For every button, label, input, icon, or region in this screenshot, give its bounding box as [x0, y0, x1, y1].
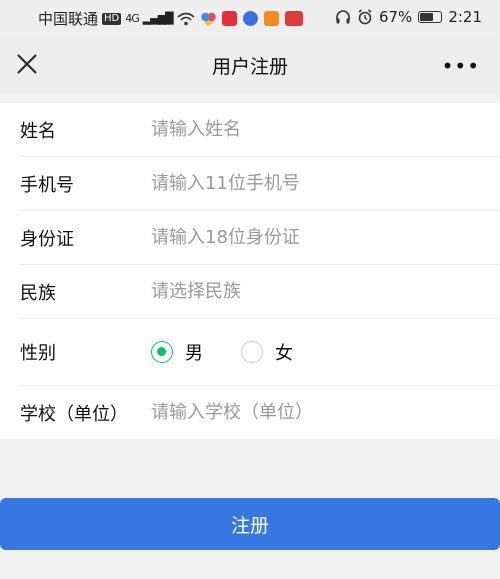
registration-form: 姓名 手机号 身份证 民族 性别 男 女 学校（单位）: [0, 103, 500, 439]
alarm-icon: [358, 9, 372, 25]
gender-option-label: 女: [275, 343, 293, 364]
idcard-label: 身份证: [20, 228, 74, 250]
battery-fill: [420, 13, 434, 21]
gender-option-male[interactable]: 男: [151, 339, 203, 365]
gender-label: 性别: [20, 343, 56, 364]
form-row-gender: 性别 男 女: [20, 319, 500, 386]
battery-percent: 67%: [378, 8, 413, 26]
nav-bar: 用户注册 •••: [0, 36, 500, 94]
register-button[interactable]: 注册: [0, 498, 500, 550]
app-icon-news: [284, 11, 303, 26]
school-label: 学校（单位）: [20, 403, 128, 425]
status-right: 67% 2:21: [335, 8, 482, 26]
form-row-ethnicity: 民族: [20, 265, 500, 319]
app-icon-multi: [200, 11, 216, 26]
radio-unchecked-icon[interactable]: [241, 341, 263, 363]
app-icon-music: [242, 11, 258, 26]
headphones-icon: [336, 10, 350, 24]
status-left: 中国联通 HD 4G ▂▄▆█: [38, 8, 303, 29]
gender-option-label: 男: [185, 343, 203, 364]
status-bar: 中国联通 HD 4G ▂▄▆█ 67% 2:21: [0, 0, 500, 36]
gender-radio-group: 男 女: [151, 339, 331, 365]
form-row-school: 学校（单位）: [20, 386, 500, 439]
name-label: 姓名: [20, 120, 56, 142]
name-input[interactable]: [151, 119, 471, 140]
app-icon-orange: [263, 11, 279, 26]
app-icon-red: [221, 11, 237, 26]
phone-input[interactable]: [151, 173, 471, 194]
more-menu-icon[interactable]: •••: [442, 54, 480, 78]
form-row-name: 姓名: [20, 103, 500, 157]
close-icon[interactable]: [14, 51, 40, 77]
status-time: 2:21: [448, 8, 482, 26]
form-row-idcard: 身份证: [20, 211, 500, 265]
hd-badge: HD: [102, 12, 122, 25]
ethnicity-label: 民族: [20, 282, 56, 304]
wifi-icon: [177, 12, 195, 25]
school-input[interactable]: [151, 402, 471, 423]
phone-label: 手机号: [20, 174, 74, 196]
ethnicity-select[interactable]: [151, 281, 471, 302]
radio-checked-icon[interactable]: [151, 341, 173, 363]
carrier-name: 中国联通: [38, 10, 99, 28]
battery-icon: [418, 11, 443, 23]
idcard-input[interactable]: [151, 227, 471, 248]
page-title: 用户注册: [211, 55, 288, 78]
form-row-phone: 手机号: [20, 157, 500, 211]
gender-option-female[interactable]: 女: [241, 339, 293, 365]
network-type: 4G: [125, 12, 139, 25]
signal-icon: ▂▄▆█: [142, 12, 174, 25]
